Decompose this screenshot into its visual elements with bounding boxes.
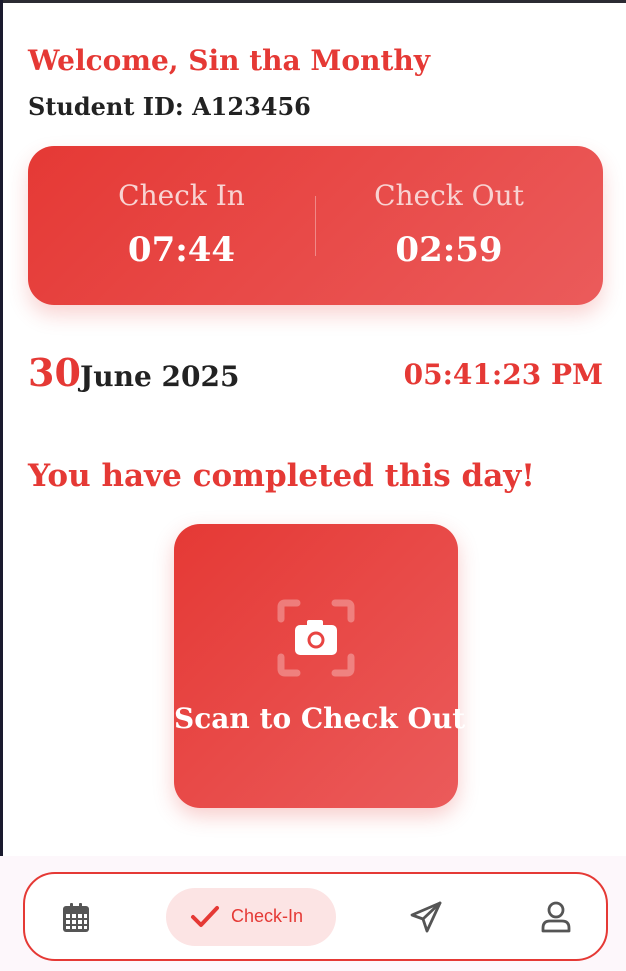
- nav-item-check-in[interactable]: Check-In: [166, 888, 336, 946]
- check-in-time: 07:44: [127, 230, 236, 270]
- student-id: Student ID: A123456: [28, 92, 311, 121]
- welcome-heading: Welcome, Sin tha Monthy: [28, 44, 431, 77]
- date-month-year: June 2025: [80, 360, 240, 393]
- profile-icon: [541, 901, 571, 933]
- check-in-section: Check In 07:44: [38, 146, 325, 305]
- check-out-label: Check Out: [374, 179, 524, 212]
- nav-item-send[interactable]: [405, 888, 449, 946]
- current-time: 05:41:23 PM: [403, 358, 603, 391]
- nav-item-calendar[interactable]: [55, 888, 99, 946]
- calendar-icon: [63, 903, 89, 932]
- scan-button-label: Scan to Check Out: [174, 702, 466, 735]
- date-row: 30 June 2025 05:41:23 PM: [28, 350, 603, 398]
- send-icon: [410, 901, 442, 933]
- nav-item-profile[interactable]: [535, 888, 579, 946]
- status-message: You have completed this day!: [28, 458, 535, 494]
- window-top-border: [0, 0, 626, 3]
- date-day: 30: [28, 350, 81, 395]
- camera-scan-icon: [277, 599, 355, 677]
- attendance-time-card: Check In 07:44 Check Out 02:59: [28, 146, 603, 305]
- scan-check-out-button[interactable]: Scan to Check Out: [174, 524, 466, 808]
- check-icon: [191, 906, 219, 927]
- bottom-nav: Check-In: [23, 872, 608, 961]
- nav-label-check-in: Check-In: [231, 906, 304, 926]
- window-left-border: [0, 0, 3, 971]
- check-out-section: Check Out 02:59: [315, 146, 583, 305]
- check-out-time: 02:59: [395, 230, 503, 270]
- check-in-label: Check In: [118, 179, 245, 212]
